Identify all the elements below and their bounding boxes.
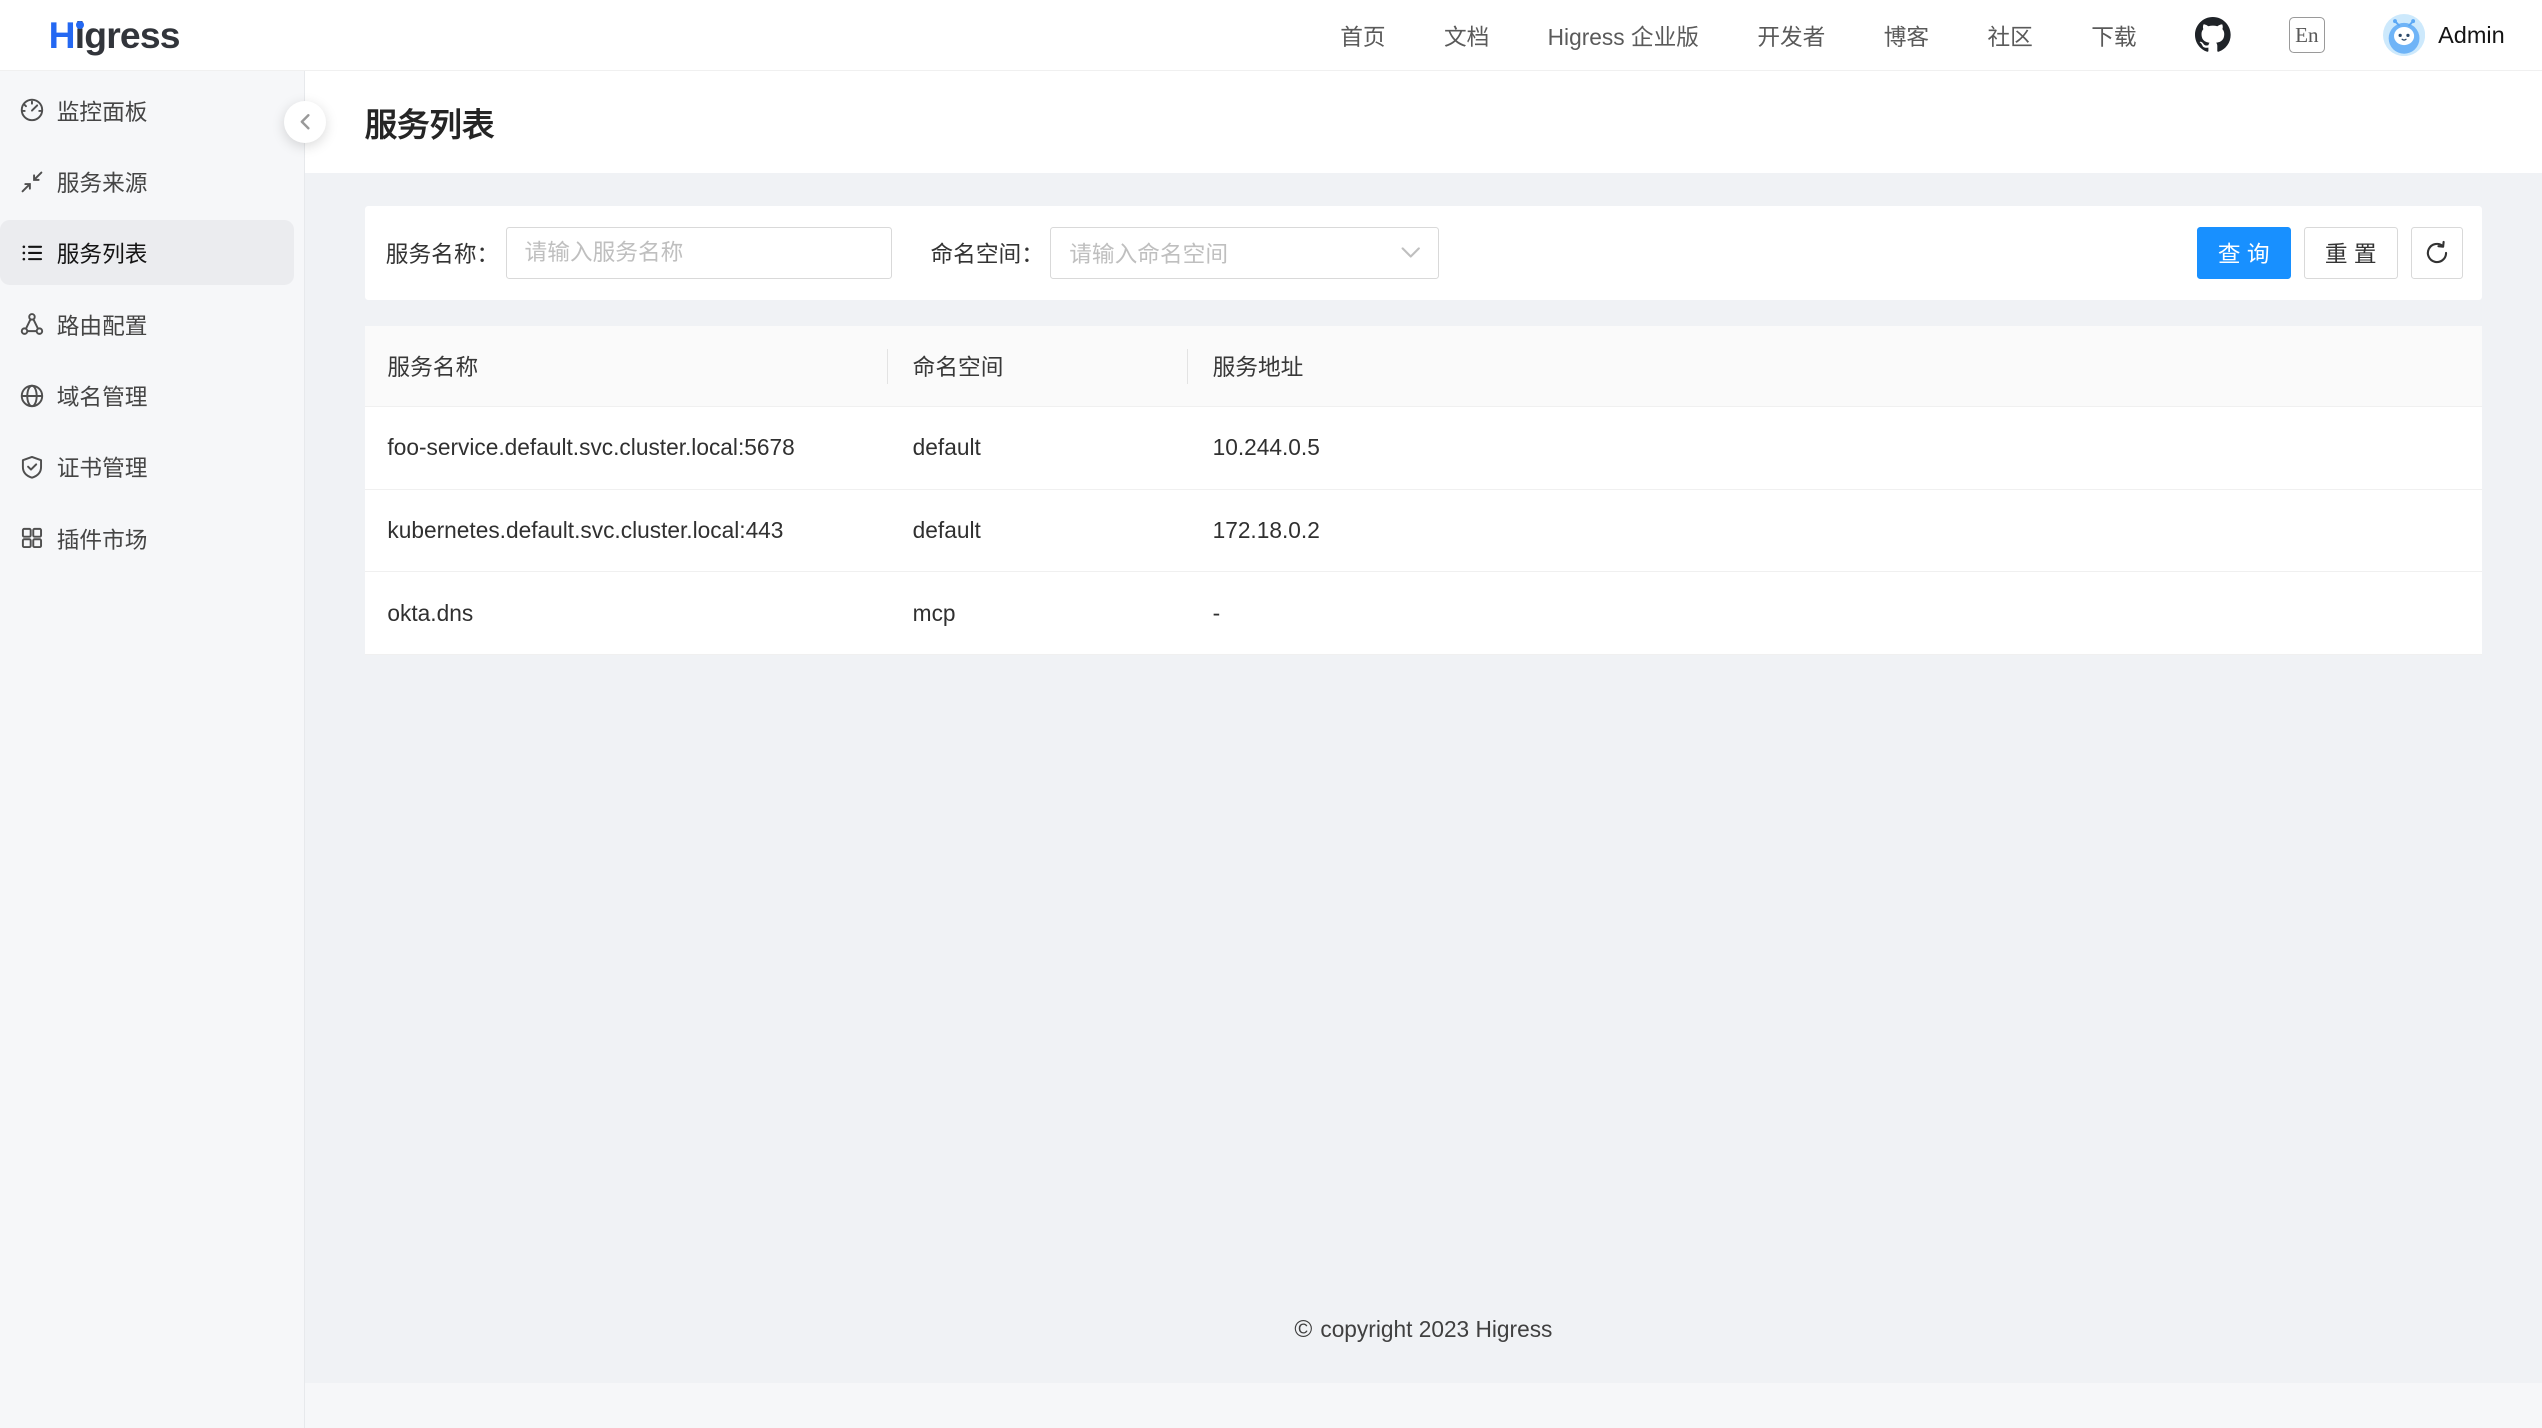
chevron-left-icon xyxy=(297,112,313,131)
list-icon xyxy=(19,240,45,266)
higress-console: Higress 首页 文档 Higress 企业版 开发者 博客 社区 下载 E… xyxy=(0,0,2542,1428)
appstore-icon xyxy=(19,525,45,551)
sidebar-item-label: 证书管理 xyxy=(57,450,148,483)
shield-check-icon xyxy=(19,454,45,480)
table-row: foo-service.default.svc.cluster.local:56… xyxy=(365,407,2482,490)
sidebar-item-label: 服务列表 xyxy=(57,236,148,269)
cell-service-name: okta.dns xyxy=(365,572,889,654)
table-row: okta.dns mcp - xyxy=(365,572,2482,655)
service-name-input[interactable] xyxy=(506,227,892,279)
language-toggle[interactable]: En xyxy=(2289,17,2325,53)
nav-item-community[interactable]: 社区 xyxy=(1987,19,2032,52)
page-footer: © copyright 2023 Higress xyxy=(365,1316,2482,1344)
logo-i-dot xyxy=(76,21,84,29)
content-area: 服务名称： 命名空间： 请输入命名空间 查 询 重 置 xyxy=(305,173,2542,1382)
namespace-select-placeholder: 请输入命名空间 xyxy=(1069,236,1228,269)
table-row: kubernetes.default.svc.cluster.local:443… xyxy=(365,490,2482,573)
sidebar-item-route-config[interactable]: 路由配置 xyxy=(0,292,294,357)
reload-icon xyxy=(2424,240,2450,266)
username-label: Admin xyxy=(2438,22,2505,49)
chevron-down-icon xyxy=(1401,246,1420,259)
filter-card: 服务名称： 命名空间： 请输入命名空间 查 询 重 置 xyxy=(365,206,2482,300)
dashboard-icon xyxy=(19,97,45,123)
nav-item-home[interactable]: 首页 xyxy=(1340,19,1385,52)
globe-icon xyxy=(19,383,45,409)
cell-service-name: kubernetes.default.svc.cluster.local:443 xyxy=(365,490,889,572)
bottom-strip xyxy=(305,1383,2542,1428)
copyright-icon: © xyxy=(1294,1316,1312,1344)
user-menu[interactable]: Admin xyxy=(2383,14,2505,56)
sidebar-item-certificate-management[interactable]: 证书管理 xyxy=(0,434,294,499)
logo-h: H xyxy=(49,14,75,56)
table-header-row: 服务名称 命名空间 服务地址 xyxy=(365,326,2482,407)
app-body: 监控面板 服务来源 服务列表 xyxy=(0,71,2542,1428)
column-header-service-address: 服务地址 xyxy=(1188,326,2482,406)
logo-rest: igress xyxy=(75,14,180,56)
app-header: Higress 首页 文档 Higress 企业版 开发者 博客 社区 下载 E… xyxy=(0,0,2542,71)
nav-item-docs[interactable]: 文档 xyxy=(1444,19,1489,52)
page-header: 服务列表 xyxy=(305,71,2542,173)
namespace-label: 命名空间： xyxy=(930,236,1043,269)
sidebar-item-label: 域名管理 xyxy=(57,379,148,412)
sidebar: 监控面板 服务来源 服务列表 xyxy=(0,71,305,1428)
column-header-service-name: 服务名称 xyxy=(365,326,889,406)
service-name-label: 服务名称： xyxy=(386,236,499,269)
sidebar-item-label: 路由配置 xyxy=(57,308,148,341)
cell-service-address: - xyxy=(1188,572,2482,654)
sidebar-collapse-button[interactable] xyxy=(284,101,326,143)
page-title: 服务列表 xyxy=(365,99,495,146)
reset-button[interactable]: 重 置 xyxy=(2304,227,2398,279)
cell-namespace: default xyxy=(888,490,1188,572)
sidebar-item-service-list[interactable]: 服务列表 xyxy=(0,220,294,285)
cell-service-address: 172.18.0.2 xyxy=(1188,490,2482,572)
github-icon[interactable] xyxy=(2195,17,2231,53)
sidebar-item-label: 监控面板 xyxy=(57,94,148,127)
sidebar-item-domain-management[interactable]: 域名管理 xyxy=(0,363,294,428)
shrink-icon xyxy=(19,169,45,195)
sidebar-item-label: 插件市场 xyxy=(57,522,148,555)
route-nodes-icon xyxy=(19,311,45,337)
sidebar-item-dashboard[interactable]: 监控面板 xyxy=(0,78,294,143)
avatar xyxy=(2383,14,2425,56)
query-button[interactable]: 查 询 xyxy=(2197,227,2291,279)
column-header-namespace: 命名空间 xyxy=(888,326,1188,406)
main-area: 服务列表 服务名称： 命名空间： 请输入命名空间 查 询 xyxy=(305,71,2542,1428)
cell-namespace: default xyxy=(888,407,1188,489)
namespace-select[interactable]: 请输入命名空间 xyxy=(1050,227,1439,279)
sidebar-item-service-sources[interactable]: 服务来源 xyxy=(0,149,294,214)
sidebar-item-label: 服务来源 xyxy=(57,165,148,198)
cell-service-address: 10.244.0.5 xyxy=(1188,407,2482,489)
copyright-text: copyright 2023 Higress xyxy=(1320,1316,1552,1343)
cell-namespace: mcp xyxy=(888,572,1188,654)
higress-logo[interactable]: Higress xyxy=(49,0,180,71)
nav-item-download[interactable]: 下载 xyxy=(2091,19,2136,52)
nav-item-enterprise[interactable]: Higress 企业版 xyxy=(1548,19,1699,52)
cell-service-name: foo-service.default.svc.cluster.local:56… xyxy=(365,407,889,489)
nav-item-blog[interactable]: 博客 xyxy=(1884,19,1929,52)
header-nav: 首页 文档 Higress 企业版 开发者 博客 社区 下载 En xyxy=(1340,14,2505,56)
services-table: 服务名称 命名空间 服务地址 foo-service.default.svc.c… xyxy=(365,326,2482,655)
refresh-button[interactable] xyxy=(2411,227,2463,279)
sidebar-item-plugin-market[interactable]: 插件市场 xyxy=(0,506,294,571)
nav-item-developers[interactable]: 开发者 xyxy=(1757,19,1825,52)
